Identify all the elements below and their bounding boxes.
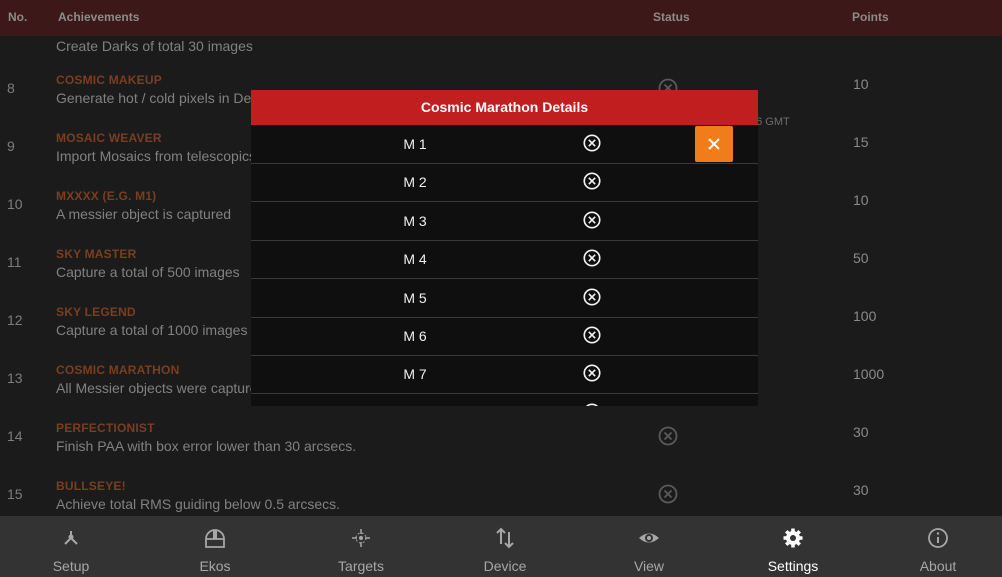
achievement-points: 30: [853, 482, 869, 498]
cosmic-marathon-details-dialog: Cosmic Marathon Details M 1M 2M 3M 4M 5M…: [251, 90, 758, 406]
messier-row: [251, 394, 758, 406]
achievement-title: COSMIC MARATHON: [56, 363, 180, 377]
achievement-title: MOSAIC WEAVER: [56, 131, 162, 145]
row-number: 11: [7, 254, 22, 270]
row-number: 9: [7, 138, 15, 154]
bottom-navigation: Setup Ekos Targets Device View Settings About: [0, 516, 1002, 577]
messier-row: M 2: [251, 163, 758, 203]
nav-setup[interactable]: Setup: [11, 516, 131, 577]
row-number: 8: [7, 80, 15, 96]
messier-row: M 5: [251, 279, 758, 318]
messier-label: M 1: [403, 136, 427, 152]
achievement-description: Capture a total of 1000 images: [56, 322, 248, 338]
messier-row: M 6: [251, 317, 758, 356]
achievement-description: Finish PAA with box error lower than 30 …: [56, 438, 357, 454]
nav-label: Setup: [52, 558, 90, 574]
messier-row: M 1: [251, 125, 758, 164]
gear-icon: [781, 526, 805, 550]
messier-label: M 3: [403, 212, 427, 229]
nav-device[interactable]: Device: [445, 516, 565, 577]
nav-ekos[interactable]: Ekos: [155, 516, 275, 577]
row-number: 14: [7, 428, 23, 444]
nav-targets[interactable]: Targets: [301, 516, 421, 577]
achievements-screen: No. Achievements Status Points Create Da…: [0, 0, 1002, 577]
x-circle-icon: [582, 171, 602, 191]
nav-label: View: [633, 558, 665, 574]
nav-label: Settings: [767, 558, 819, 574]
achievement-title: SKY LEGEND: [56, 305, 136, 319]
messier-label: M 4: [403, 251, 427, 268]
messier-label: M 5: [403, 289, 427, 306]
x-circle-icon: [582, 133, 602, 153]
eye-icon: [637, 526, 661, 550]
table-header: No. Achievements Status Points: [0, 0, 1002, 36]
ekos-dome-icon: [203, 526, 227, 550]
achievement-description: All Messier objects were captured: [56, 380, 266, 396]
achievement-points: 1000: [853, 366, 885, 382]
nav-label: Targets: [338, 558, 384, 574]
close-icon: [708, 138, 720, 150]
x-circle-icon: [582, 248, 602, 268]
header-no: No.: [8, 10, 28, 24]
dialog-title: Cosmic Marathon Details: [251, 90, 758, 125]
header-status: Status: [653, 10, 690, 24]
messier-label: M 6: [403, 328, 427, 344]
nav-about[interactable]: About: [878, 516, 998, 577]
row-number: 10: [7, 196, 23, 212]
achievement-title: COSMIC MAKEUP: [56, 73, 162, 87]
row-number: 12: [7, 312, 23, 328]
messier-label: M 2: [403, 174, 427, 191]
nav-label: About: [919, 558, 957, 574]
messier-row: M 4: [251, 240, 758, 280]
header-points: Points: [852, 10, 889, 24]
close-button[interactable]: [695, 126, 733, 162]
x-circle-icon: [582, 325, 602, 345]
achievement-points: 30: [853, 424, 869, 440]
achievement-points: 15: [853, 134, 869, 150]
achievement-description: Import Mosaics from telescopics: [56, 148, 256, 164]
row-number: 13: [7, 370, 23, 386]
table-row: 14 PERFECTIONIST Finish PAA with box error…: [0, 413, 1002, 471]
messier-list[interactable]: M 1 M 2 M 3 M 4 M 5 M 6 M 7: [251, 125, 758, 406]
messier-row: M 7: [251, 355, 758, 395]
x-circle-icon: [657, 483, 679, 505]
messier-row: M 3: [251, 202, 758, 241]
achievement-description: Achieve total RMS guiding below 0.5 arcs…: [56, 496, 341, 512]
device-arrows-icon: [493, 526, 517, 550]
achievement-title: MXXXX (E.G. M1): [56, 189, 157, 203]
achievement-title: SKY MASTER: [56, 247, 137, 261]
nav-view[interactable]: View: [589, 516, 709, 577]
table-row: 15 BULLSEYE! Achieve total RMS guiding bel…: [0, 471, 1002, 516]
achievement-points: 10: [853, 76, 869, 92]
achievement-title: BULLSEYE!: [56, 479, 126, 493]
nav-settings[interactable]: Settings: [733, 516, 853, 577]
x-circle-icon: [582, 210, 602, 230]
header-achievements: Achievements: [58, 10, 140, 24]
achievement-description: Capture a total of 500 images: [56, 264, 240, 280]
info-icon: [926, 526, 950, 550]
achievement-points: 50: [853, 250, 869, 266]
nav-label: Device: [483, 558, 527, 574]
nav-label: Ekos: [199, 558, 231, 574]
targets-icon: [349, 526, 373, 550]
messier-label: M 7: [403, 366, 427, 383]
achievement-description: Create Darks of total 30 images: [56, 38, 253, 54]
x-circle-icon: [582, 287, 602, 307]
x-circle-icon: [582, 363, 602, 383]
x-circle-icon: [582, 402, 602, 406]
achievement-title: PERFECTIONIST: [56, 421, 155, 435]
achievement-description: A messier object is captured: [56, 206, 232, 222]
x-circle-icon: [657, 425, 679, 447]
setup-icon: [59, 526, 83, 550]
achievement-points: 100: [853, 308, 877, 324]
achievement-points: 10: [853, 192, 869, 208]
row-number: 15: [7, 486, 23, 502]
